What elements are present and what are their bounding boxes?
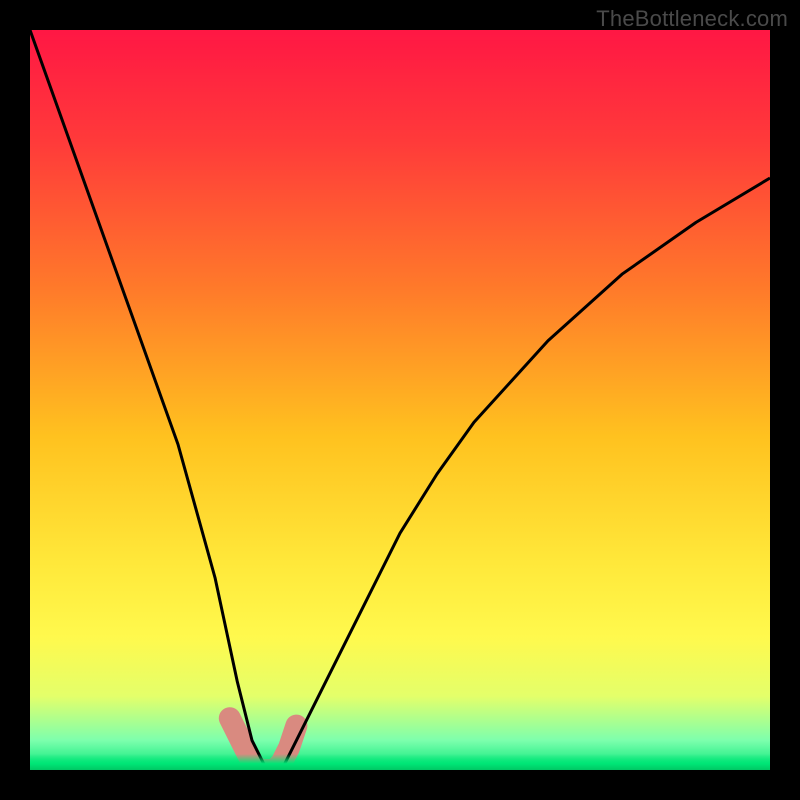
bottleneck-curve bbox=[30, 30, 770, 770]
optimal-zone-strip bbox=[30, 754, 770, 770]
chart-frame bbox=[30, 30, 770, 770]
chart-plot bbox=[30, 30, 770, 770]
watermark-text: TheBottleneck.com bbox=[596, 6, 788, 32]
